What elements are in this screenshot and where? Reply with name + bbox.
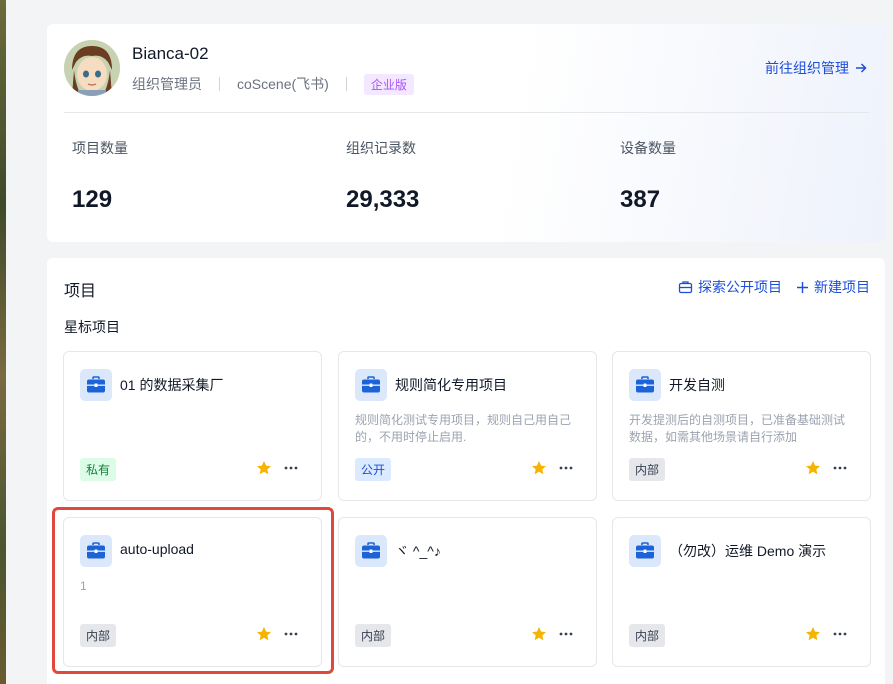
star-icon[interactable] [256,626,272,642]
star-icon[interactable] [805,460,821,476]
profile-divider [64,112,869,113]
visibility-tag: 内部 [80,624,117,647]
more-icon[interactable] [832,460,848,476]
explore-label: 探索公开项目 [698,279,782,295]
panel-actions: 探索公开项目 新建项目 [678,277,870,297]
divider [219,77,220,91]
star-icon[interactable] [805,626,821,642]
project-name[interactable]: 01 的数据采集厂 [120,375,223,395]
explore-icon [678,281,693,294]
stat-label: 项目数量 [72,140,128,156]
user-meta: 组织管理员 coScene(飞书) 企业版 [132,73,414,95]
profile-card: Bianca-02 组织管理员 coScene(飞书) 企业版 前往组织管理 项… [47,24,885,242]
more-icon[interactable] [283,460,299,476]
stat-projects: 项目数量 129 [72,138,128,214]
explore-public-projects-button[interactable]: 探索公开项目 [678,277,782,297]
user-role: 组织管理员 [132,76,202,92]
org-link-label: 前往组织管理 [765,60,849,76]
stat-value: 387 [620,186,661,213]
star-icon[interactable] [531,626,547,642]
more-icon[interactable] [283,626,299,642]
plus-icon [797,281,808,293]
stat-value: 129 [72,186,113,213]
star-icon[interactable] [256,460,272,476]
project-card[interactable]: 开发自测 开发提测后的自测项目，已准备基础测试数据，如需其他场景请自行添加 内部 [612,351,871,501]
divider [345,77,347,91]
project-card[interactable]: （勿改）运维 Demo 演示 内部 [612,517,871,667]
project-description: 开发提测后的自测项目，已准备基础测试数据，如需其他场景请自行添加 [629,413,846,444]
project-name[interactable]: 规则简化专用项目 [395,375,507,395]
visibility-tag: 内部 [629,624,666,647]
stat-value: 29,333 [346,186,420,213]
stat-label: 设备数量 [620,140,676,156]
briefcase-icon [80,535,112,567]
project-name[interactable]: ヾ ^_^♪ [395,541,441,561]
briefcase-icon [629,369,661,401]
project-card[interactable]: 01 的数据采集厂 私有 [63,351,322,501]
briefcase-icon [355,369,387,401]
visibility-tag: 内部 [629,458,666,481]
project-description: 规则简化测试专用项目，规则自己用自己的，不用时停止启用. [355,413,572,444]
starred-section-title: 星标项目 [64,319,120,335]
visibility-tag: 内部 [355,624,392,647]
briefcase-icon [355,535,387,567]
user-name: Bianca-02 [132,44,209,63]
stat-label: 组织记录数 [346,140,416,156]
briefcase-icon [80,369,112,401]
edition-badge: 企业版 [363,73,414,95]
panel-title: 项目 [64,283,97,300]
visibility-tag: 公开 [355,458,392,481]
org-management-link[interactable]: 前往组织管理 [765,58,868,78]
new-project-label: 新建项目 [814,279,870,295]
project-name[interactable]: （勿改）运维 Demo 演示 [669,541,826,561]
more-icon[interactable] [832,626,848,642]
stat-devices: 设备数量 387 [620,138,676,214]
background-edge [0,0,6,684]
project-card[interactable]: 规则简化专用项目 规则简化测试专用项目，规则自己用自己的，不用时停止启用. 公开 [338,351,597,501]
star-icon[interactable] [531,460,547,476]
project-card[interactable]: auto-upload 1 内部 [63,517,322,667]
project-name[interactable]: auto-upload [120,541,194,557]
project-name[interactable]: 开发自测 [669,375,725,395]
visibility-tag: 私有 [80,458,117,481]
org-name: coScene(飞书) [237,76,329,92]
new-project-button[interactable]: 新建项目 [796,277,870,297]
stat-records: 组织记录数 29,333 [346,138,419,214]
more-icon[interactable] [558,626,574,642]
avatar[interactable] [64,40,120,96]
more-icon[interactable] [558,460,574,476]
project-card[interactable]: ヾ ^_^♪ 内部 [338,517,597,667]
briefcase-icon [629,535,661,567]
arrow-right-icon [856,63,867,73]
project-description: 1 [80,579,87,593]
